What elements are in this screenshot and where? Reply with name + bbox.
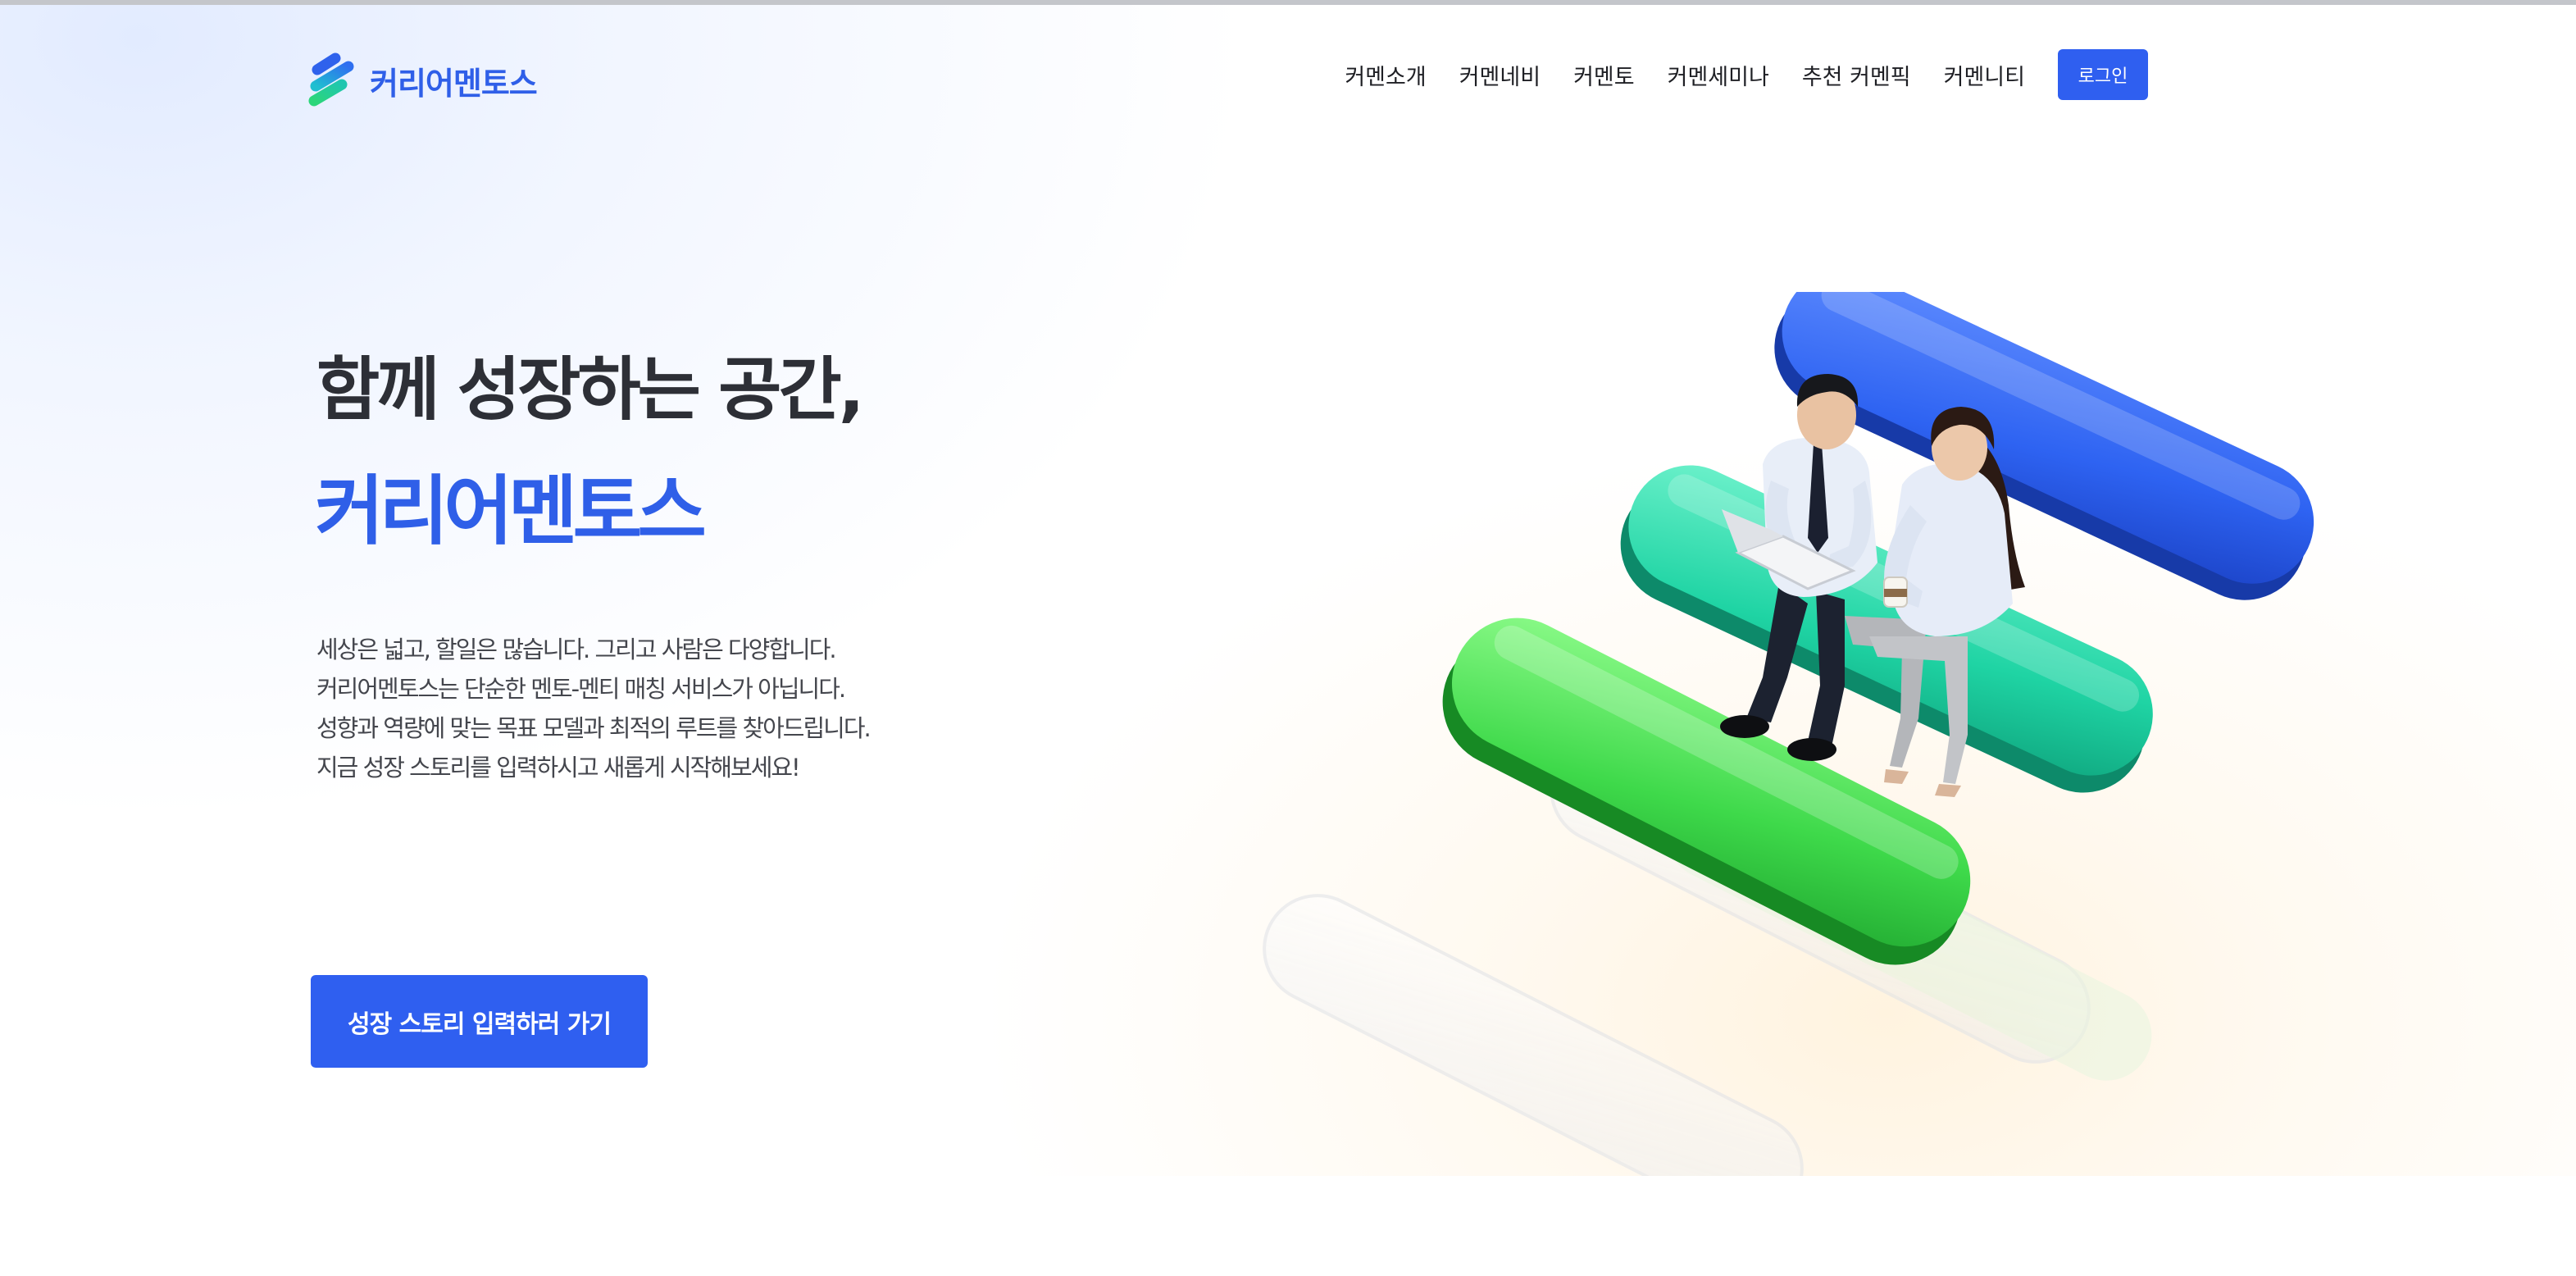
page: 커리어멘토스 커멘소개 커멘네비 커멘토 커멘세미나 추천 커멘픽 커멘니티 로… [0, 0, 2576, 1276]
nav-item-seminar[interactable]: 커멘세미나 [1668, 59, 1769, 91]
login-button[interactable]: 로그인 [2058, 49, 2148, 100]
nav-item-mentor[interactable]: 커멘토 [1573, 59, 1635, 91]
logo[interactable]: 커리어멘토스 [307, 48, 538, 113]
description-line: 성향과 역량에 맞는 목표 모델과 최적의 루트를 찾아드립니다. [316, 714, 872, 742]
main-nav: 커멘소개 커멘네비 커멘토 커멘세미나 추천 커멘픽 커멘니티 로그인 [1345, 49, 2148, 100]
nav-item-pick[interactable]: 추천 커멘픽 [1802, 59, 1911, 91]
description-line: 지금 성장 스토리를 입력하시고 새롭게 시작해보세요! [316, 754, 801, 782]
mentoring-people-on-pills-image [1263, 292, 2314, 1176]
growth-story-cta-button[interactable]: 성장 스토리 입력하러 가기 [311, 975, 648, 1068]
nav-item-navi[interactable]: 커멘네비 [1459, 59, 1541, 91]
description-line: 커리어멘토스는 단순한 멘토-멘티 매칭 서비스가 아닙니다. [316, 675, 846, 703]
nav-item-community[interactable]: 커멘니티 [1944, 59, 2025, 91]
hero-brand-title: 커리어멘토스 [315, 467, 707, 555]
below-fold-area [0, 1176, 2576, 1276]
description-line: 세상은 넓고, 할일은 많습니다. 그리고 사람은 다양합니다. [316, 636, 837, 663]
hero-headline: 함께 성장하는 공간, [316, 349, 865, 430]
stripes-logo-icon [308, 52, 354, 107]
hero-section: 커리어멘토스 커멘소개 커멘네비 커멘토 커멘세미나 추천 커멘픽 커멘니티 로… [0, 5, 2576, 1176]
logo-text: 커리어멘토스 [370, 65, 538, 102]
nav-item-about[interactable]: 커멘소개 [1345, 59, 1426, 91]
hero-description: 세상은 넓고, 할일은 많습니다. 그리고 사람은 다양합니다. 커리어멘토스는… [316, 630, 907, 787]
